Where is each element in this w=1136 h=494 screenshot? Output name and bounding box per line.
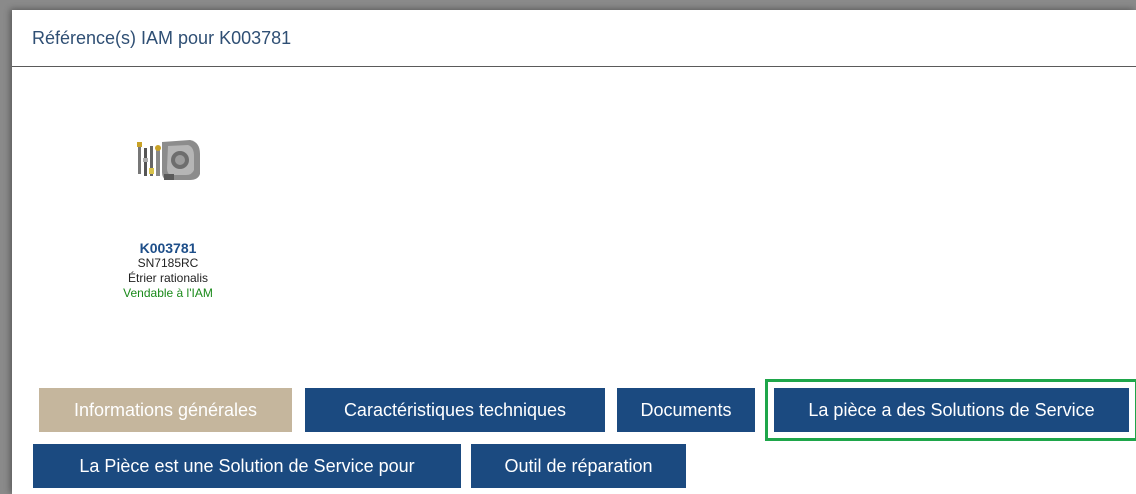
product-card[interactable]: K003781 SN7185RC Étrier rationalis Venda… bbox=[100, 118, 236, 301]
tab-caracteristiques-techniques[interactable]: Caractéristiques techniques bbox=[305, 388, 605, 432]
tab-informations-generales[interactable]: Informations générales bbox=[39, 388, 292, 432]
highlight-box bbox=[765, 379, 1136, 441]
product-reference: SN7185RC bbox=[137, 256, 199, 270]
product-code[interactable]: K003781 bbox=[140, 240, 197, 256]
brake-caliper-kit-image bbox=[137, 140, 200, 180]
tab-outil-de-reparation[interactable]: Outil de réparation bbox=[471, 444, 686, 488]
product-status: Vendable à l'IAM bbox=[123, 286, 213, 300]
tab-documents[interactable]: Documents bbox=[617, 388, 755, 432]
tab-solution-de-service-pour[interactable]: La Pièce est une Solution de Service pou… bbox=[33, 444, 461, 488]
iam-references-panel: Référence(s) IAM pour K003781 K003781 SN… bbox=[12, 10, 1136, 494]
panel-header: Référence(s) IAM pour K003781 bbox=[12, 10, 1136, 67]
product-description: Étrier rationalis bbox=[127, 271, 209, 285]
page-title: Référence(s) IAM pour K003781 bbox=[32, 27, 292, 48]
